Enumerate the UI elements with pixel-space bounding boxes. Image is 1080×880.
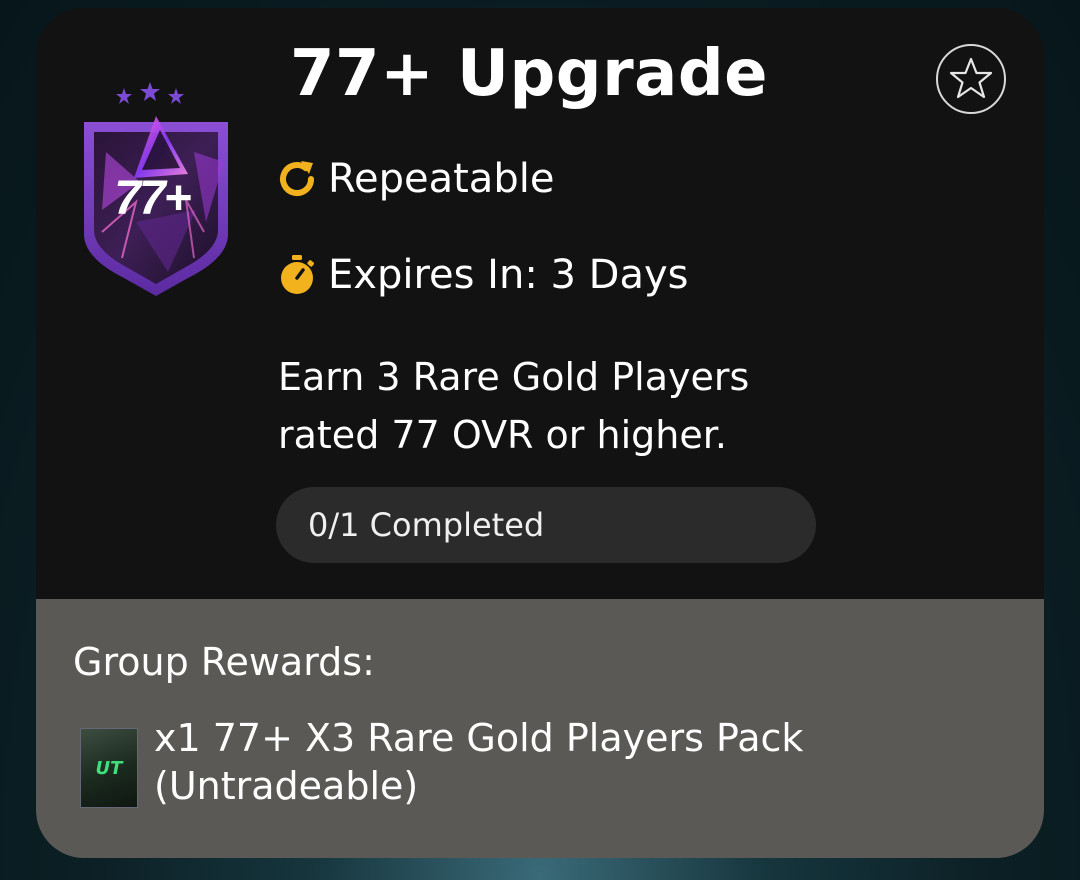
star-outline-icon <box>949 57 993 99</box>
repeatable-label: Repeatable <box>328 156 555 202</box>
expires-row: Expires In: 3 Days <box>274 252 689 298</box>
progress-pill: 0/1 Completed <box>276 487 816 563</box>
objective-details: 77+ 77+ Upgrade Repeatable Expires In: 3… <box>36 8 1044 599</box>
reward-pack-icon: UT <box>80 728 138 808</box>
objective-card[interactable]: 77+ 77+ Upgrade Repeatable Expires In: 3… <box>36 8 1044 858</box>
star-icon <box>140 82 160 101</box>
objective-badge: 77+ <box>84 82 228 296</box>
favorite-button[interactable] <box>936 44 1006 114</box>
objective-description: Earn 3 Rare Gold Players rated 77 OVR or… <box>278 348 918 464</box>
reward-item-line: x1 77+ X3 Rare Gold Players Pack <box>154 716 804 760</box>
stopwatch-icon <box>274 252 320 298</box>
reward-item: x1 77+ X3 Rare Gold Players Pack (Untrad… <box>154 714 1014 810</box>
repeatable-row: Repeatable <box>274 156 554 202</box>
repeat-icon <box>274 156 320 202</box>
objective-title: 77+ Upgrade <box>290 37 769 111</box>
star-icon <box>168 88 184 104</box>
rewards-label: Group Rewards: <box>73 640 375 684</box>
pack-logo: UT <box>95 757 123 779</box>
expires-label: Expires In: 3 Days <box>328 252 689 298</box>
reward-item-line: (Untradeable) <box>154 764 419 808</box>
description-line: rated 77 OVR or higher. <box>278 413 727 457</box>
badge-label: 77+ <box>114 172 190 225</box>
star-icon <box>116 88 132 104</box>
description-line: Earn 3 Rare Gold Players <box>278 355 750 399</box>
